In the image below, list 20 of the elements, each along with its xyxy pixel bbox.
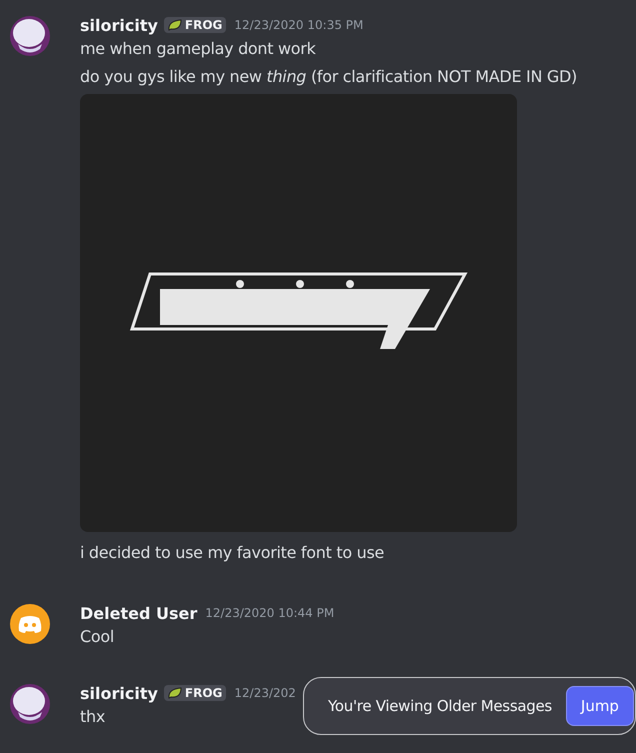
- role-tag: FROG: [164, 17, 226, 33]
- leaf-icon: [168, 19, 182, 31]
- message-text: thx: [80, 706, 106, 728]
- timestamp: 12/23/202: [234, 686, 296, 700]
- older-messages-text: You're Viewing Older Messages: [328, 697, 552, 715]
- timestamp: 12/23/2020 10:44 PM: [205, 606, 334, 620]
- username[interactable]: siloricity: [80, 16, 158, 34]
- username[interactable]: Deleted User: [80, 604, 198, 622]
- leaf-icon: [168, 687, 182, 699]
- avatar-icon[interactable]: [10, 604, 50, 644]
- avatar-icon[interactable]: [10, 684, 50, 724]
- avatar-icon[interactable]: [10, 16, 50, 56]
- message-text: Cool: [80, 626, 115, 648]
- message-text: do you gys like my new thing (for clarification NOT MADE IN GD): [80, 66, 577, 88]
- role-tag: FROG: [164, 685, 226, 701]
- message-text: me when gameplay dont work: [80, 38, 317, 60]
- timestamp: 12/23/2020 10:35 PM: [234, 18, 364, 32]
- username[interactable]: siloricity: [80, 684, 158, 702]
- message-text: i decided to use my favorite font to use: [80, 542, 386, 564]
- jump-button[interactable]: Jump: [566, 686, 634, 726]
